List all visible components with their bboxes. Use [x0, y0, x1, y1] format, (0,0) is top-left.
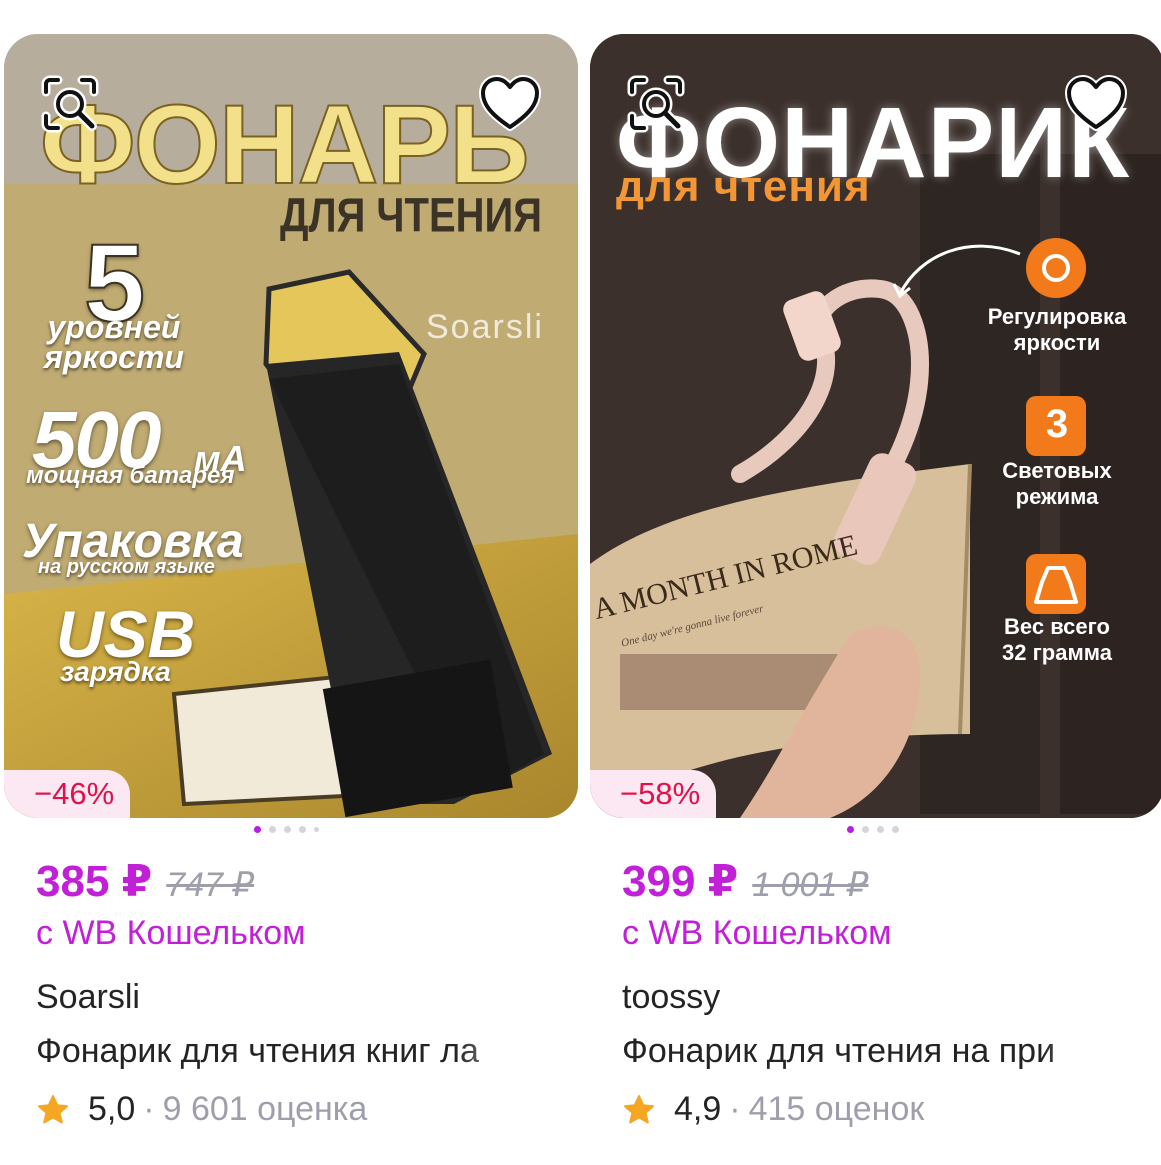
- image-brand-mark: Soarsli: [426, 308, 544, 346]
- separator-dot: ·: [143, 1090, 155, 1128]
- star-icon: [624, 1094, 654, 1123]
- favorite-button[interactable]: [478, 72, 542, 136]
- image-feature-levels: уровней яркости: [44, 309, 184, 375]
- price-row: 385 ₽ 747 ₽: [36, 856, 254, 907]
- image-feature-pack-sub: на русском языке: [38, 556, 215, 578]
- image-feature-number: 3: [1045, 402, 1069, 446]
- image-carousel-dots: [254, 826, 319, 833]
- separator-dot: ·: [729, 1090, 741, 1128]
- image-feature-weight: Вес всего 32 грамма: [1002, 614, 1112, 665]
- product-card[interactable]: ФОНАРИК для чтения Регулировка яркости 3…: [590, 34, 1161, 1154]
- image-feature-brightness: Регулировка яркости: [987, 304, 1127, 355]
- carousel-dot-active: [254, 826, 261, 833]
- carousel-dot: [299, 826, 306, 833]
- wallet-price-note: с WB Кошельком: [622, 914, 892, 952]
- carousel-dot: [877, 826, 884, 833]
- product-brand[interactable]: Soarsli: [36, 978, 140, 1017]
- image-search-icon: [41, 75, 99, 133]
- carousel-dot: [284, 826, 291, 833]
- product-card[interactable]: ФОНАРЬ ДЛЯ ЧТЕНИЯ 5 уровней яркости Soar…: [4, 34, 578, 1154]
- rating-row: 4,9 · 415 оценок: [622, 1090, 924, 1129]
- image-search-button[interactable]: [624, 72, 688, 136]
- star-icon: [38, 1094, 68, 1123]
- image-carousel-dots: [847, 826, 899, 833]
- carousel-dot: [314, 827, 319, 832]
- product-brand[interactable]: toossy: [622, 978, 720, 1017]
- image-subheadline: для чтения: [616, 162, 871, 211]
- image-feature-battery: мощная батарея: [26, 462, 235, 489]
- image-feature-charge: зарядка: [60, 656, 171, 687]
- discount-badge: −58%: [590, 770, 717, 818]
- old-price: 1 001 ₽: [752, 866, 869, 904]
- image-feature-modes: Световых режима: [1002, 458, 1112, 509]
- current-price: 385 ₽: [36, 857, 153, 906]
- reviews-count[interactable]: 9 601 оценка: [163, 1090, 368, 1129]
- carousel-dot-active: [847, 826, 854, 833]
- product-image[interactable]: ФОНАРИК для чтения Регулировка яркости 3…: [590, 34, 1161, 818]
- wallet-price-note: с WB Кошельком: [36, 914, 306, 952]
- reviews-count[interactable]: 415 оценок: [749, 1090, 925, 1129]
- rating-value: 4,9: [674, 1090, 722, 1128]
- image-subheadline: ДЛЯ ЧТЕНИЯ: [280, 189, 543, 243]
- image-search-button[interactable]: [38, 72, 102, 136]
- discount-badge: −46%: [4, 770, 131, 818]
- heart-icon: [1065, 75, 1127, 131]
- rating-value: 5,0: [88, 1090, 136, 1128]
- favorite-button[interactable]: [1064, 72, 1128, 136]
- old-price: 747 ₽: [166, 866, 255, 904]
- price-row: 399 ₽ 1 001 ₽: [622, 856, 868, 907]
- carousel-dot: [892, 826, 899, 833]
- image-search-icon: [627, 75, 685, 133]
- carousel-dot: [862, 826, 869, 833]
- product-grid: ФОНАРЬ ДЛЯ ЧТЕНИЯ 5 уровней яркости Soar…: [0, 0, 1161, 1165]
- product-image[interactable]: ФОНАРЬ ДЛЯ ЧТЕНИЯ 5 уровней яркости Soar…: [4, 34, 578, 818]
- current-price: 399 ₽: [622, 857, 739, 906]
- heart-icon: [479, 75, 541, 131]
- rating-row: 5,0 · 9 601 оценка: [36, 1090, 367, 1129]
- product-title[interactable]: Фонарик для чтения книг ла: [36, 1032, 548, 1071]
- carousel-dot: [269, 826, 276, 833]
- product-title[interactable]: Фонарик для чтения на при: [622, 1032, 1134, 1071]
